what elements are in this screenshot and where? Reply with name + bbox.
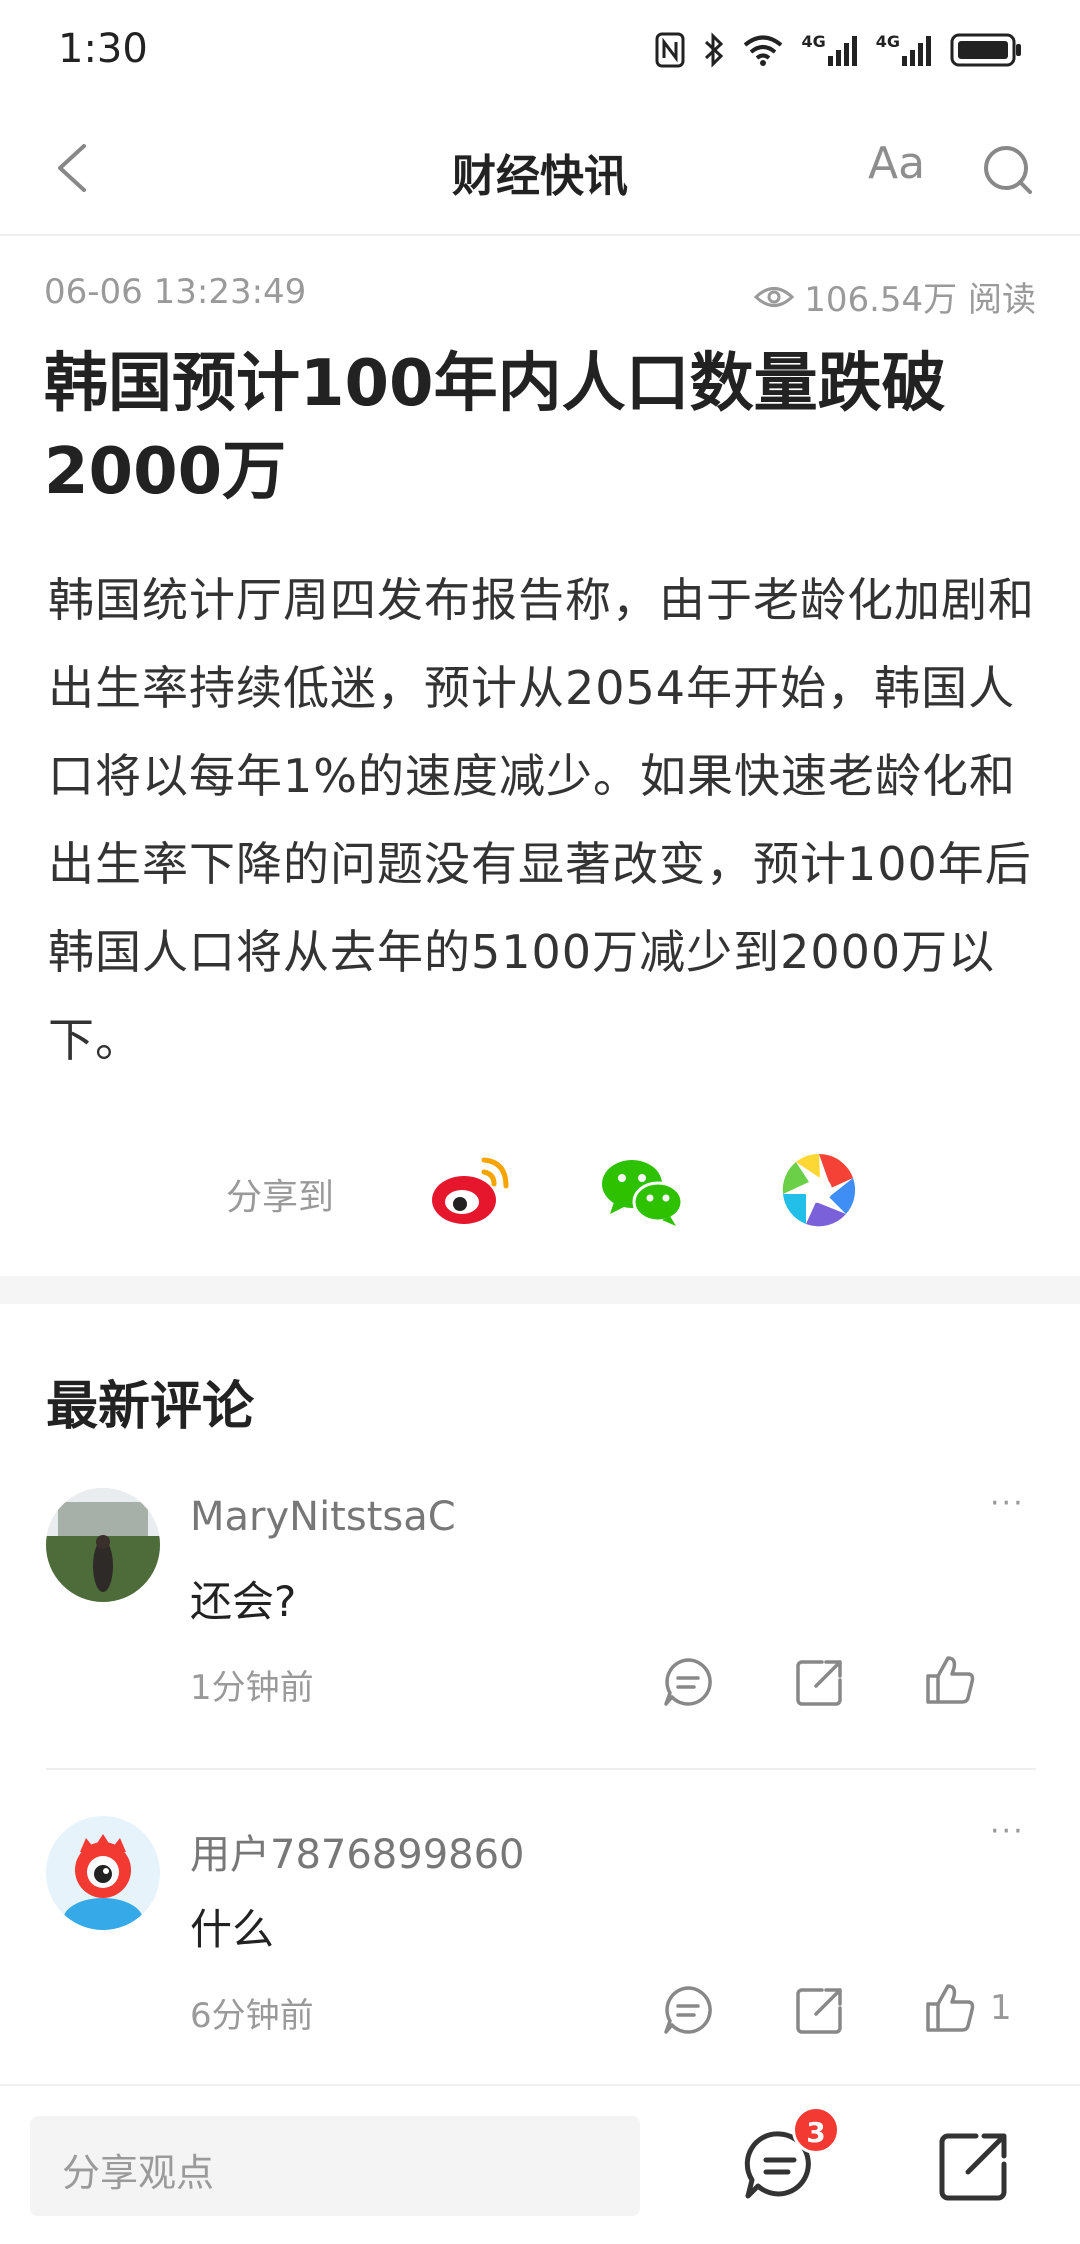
forward-icon[interactable]	[794, 1984, 846, 2036]
comment-count-badge: 3	[792, 2106, 840, 2154]
wechat-icon[interactable]	[600, 1150, 686, 1230]
status-icons: 4G 4G	[655, 28, 1024, 72]
status-bar: 1:30 4G 4G	[0, 0, 1080, 100]
nav-bar: 财经快讯 Aa	[0, 100, 1080, 236]
share-row: 分享到	[0, 1140, 1080, 1240]
forward-icon[interactable]	[794, 1656, 846, 1708]
comment-time: 1分钟前	[190, 1668, 314, 1708]
weibo-icon[interactable]	[428, 1150, 514, 1230]
more-options-button[interactable]: ···	[990, 1814, 1025, 1849]
comment-username[interactable]: 用户7876899860	[190, 1822, 525, 1880]
article-timestamp: 06-06 13:23:49	[44, 272, 307, 312]
signal-4g-2: 4G	[876, 34, 932, 66]
like-icon[interactable]	[924, 1654, 976, 1706]
bluetooth-icon	[705, 32, 724, 68]
bottom-bar: 分享观点 3	[0, 2084, 1080, 2244]
status-time: 1:30	[58, 26, 148, 72]
search-icon[interactable]	[980, 142, 1036, 198]
avatar[interactable]	[46, 1488, 160, 1602]
article-headline: 韩国预计100年内人口数量跌破2000万	[44, 347, 946, 509]
avatar-photo-icon	[46, 1488, 160, 1602]
comment-username[interactable]: MaryNitstsaC	[190, 1494, 456, 1540]
signal-label-1: 4G	[801, 32, 826, 51]
section-divider	[0, 1276, 1080, 1304]
eye-icon	[754, 286, 795, 307]
signal-4g-1: 4G	[801, 34, 857, 66]
article-views: 106.54万 阅读	[754, 272, 1036, 321]
reply-icon[interactable]	[662, 1984, 714, 2036]
comments-heading: 最新评论	[46, 1377, 255, 1437]
more-options-button[interactable]: ···	[990, 1486, 1025, 1521]
like-icon[interactable]	[924, 1982, 976, 2034]
signal-label-2: 4G	[875, 32, 900, 51]
reply-icon[interactable]	[662, 1656, 714, 1708]
comment-text: 什么	[190, 1905, 275, 1954]
share-icon[interactable]	[936, 2128, 1012, 2204]
comment-input[interactable]: 分享观点	[30, 2116, 640, 2216]
comment-item: MaryNitstsaC ··· 还会? 1分钟前	[0, 1480, 1080, 1770]
views-count: 106.54万 阅读	[804, 280, 1036, 320]
comment-item: 用户7876899860 ··· 什么 6分钟前 1	[0, 1808, 1080, 2098]
avatar[interactable]	[46, 1816, 160, 1930]
wifi-icon	[744, 35, 783, 66]
like-count: 1	[990, 1988, 1012, 2028]
article-body: 韩国统计厅周四发布报告称，由于老龄化加剧和出生率持续低迷，预计从2054年开始，…	[48, 573, 1035, 1067]
share-label: 分享到	[226, 1177, 335, 1218]
article-meta: 06-06 13:23:49 106.54万 阅读	[44, 272, 1036, 320]
moments-icon[interactable]	[776, 1150, 862, 1230]
signal-bars-icon	[827, 36, 857, 66]
font-size-button[interactable]: Aa	[868, 138, 925, 189]
battery-icon	[950, 33, 1021, 67]
weibo-default-avatar-icon	[46, 1816, 160, 1930]
nfc-icon	[655, 32, 685, 68]
signal-bars-icon	[902, 36, 931, 66]
comment-time: 6分钟前	[190, 1996, 314, 2036]
comment-separator	[46, 1768, 1036, 1770]
comment-text: 还会?	[190, 1577, 297, 1626]
